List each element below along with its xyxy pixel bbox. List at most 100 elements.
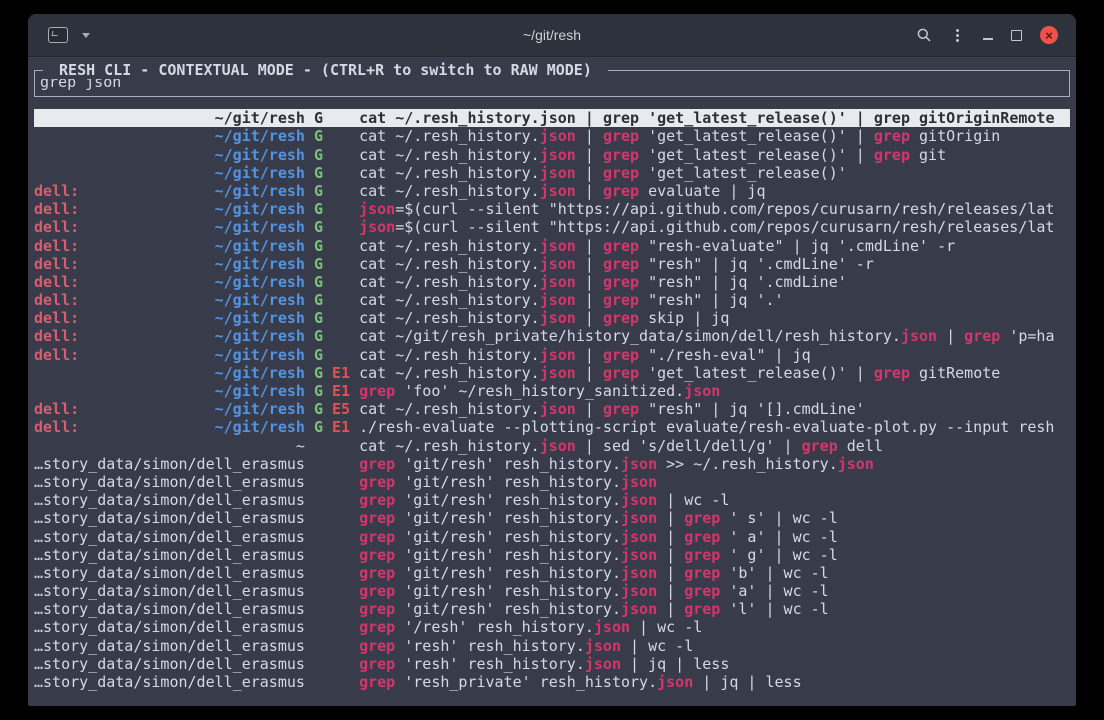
flags-cell: [305, 673, 359, 691]
history-row[interactable]: ~/git/resh G E1 cat ~/.resh_history.json…: [34, 364, 1070, 382]
command-cell: cat ~/.resh_history.json | grep 'get_lat…: [359, 364, 1070, 382]
location-cell: dell:~/git/resh: [34, 291, 305, 309]
tab-dropdown-button[interactable]: [78, 29, 94, 42]
dir-cell: ~/git/resh: [215, 309, 305, 327]
history-row[interactable]: …story_data/simon/dell_erasmus grep 'git…: [34, 546, 1070, 564]
dir-cell: ~/git/resh: [215, 164, 305, 182]
flag-g: G: [305, 218, 323, 236]
history-row[interactable]: dell:~/git/resh G cat ~/.resh_history.js…: [34, 291, 1070, 309]
command-cell: grep 'resh_private' resh_history.json | …: [359, 673, 1070, 691]
restore-button[interactable]: [1007, 26, 1026, 45]
location-cell: ~/git/resh: [34, 164, 305, 182]
history-row[interactable]: ~ cat ~/.resh_history.json | sed 's/dell…: [34, 437, 1070, 455]
location-cell: dell:~/git/resh: [34, 182, 305, 200]
flag-g: G: [305, 109, 323, 127]
dir-cell: ~/git/resh: [215, 327, 305, 345]
history-row[interactable]: dell:~/git/resh G cat ~/.resh_history.js…: [34, 237, 1070, 255]
dir-cell: …story_data/simon/dell_erasmus: [34, 637, 305, 655]
history-row[interactable]: …story_data/simon/dell_erasmus grep 'git…: [34, 491, 1070, 509]
history-row[interactable]: dell:~/git/resh G E5 cat ~/.resh_history…: [34, 400, 1070, 418]
flags-cell: G E1: [305, 418, 359, 436]
location-cell: dell: ~/git/resh: [34, 200, 305, 218]
search-button[interactable]: [912, 23, 936, 47]
history-row[interactable]: …story_data/simon/dell_erasmus grep 'git…: [34, 473, 1070, 491]
terminal-screen[interactable]: RESH CLI - CONTEXTUAL MODE - (CTRL+R to …: [28, 57, 1076, 706]
flags-cell: G: [305, 309, 359, 327]
command-cell: grep 'resh' resh_history.json | jq | les…: [359, 655, 1070, 673]
command-cell: grep 'git/resh' resh_history.json >> ~/.…: [359, 455, 1070, 473]
flags-cell: G: [305, 255, 359, 273]
location-cell: …story_data/simon/dell_erasmus: [34, 618, 305, 636]
flag-g: G: [305, 255, 323, 273]
history-row[interactable]: ~/git/resh G cat ~/.resh_history.json | …: [34, 146, 1070, 164]
flag-e5: E5: [323, 400, 350, 418]
host-cell: dell:: [34, 200, 79, 218]
flags-cell: [305, 582, 359, 600]
location-cell: …story_data/simon/dell_erasmus: [34, 564, 305, 582]
flags-cell: [305, 437, 359, 455]
command-cell: cat ~/.resh_history.json | grep 'get_lat…: [359, 127, 1070, 145]
restore-window-icon: [1011, 30, 1022, 41]
dir-cell: …story_data/simon/dell_erasmus: [34, 546, 305, 564]
history-row[interactable]: …story_data/simon/dell_erasmus grep '/re…: [34, 618, 1070, 636]
flags-cell: [305, 564, 359, 582]
history-row[interactable]: ~/git/resh G cat ~/.resh_history.json | …: [34, 127, 1070, 145]
location-cell: …story_data/simon/dell_erasmus: [34, 509, 305, 527]
host-cell: dell:: [34, 291, 79, 309]
search-icon: [916, 27, 932, 43]
history-row[interactable]: dell:~/git/resh G E1 ./resh-evaluate --p…: [34, 418, 1070, 436]
history-row[interactable]: ~/git/resh G cat ~/.resh_history.json | …: [34, 109, 1070, 127]
flags-cell: G E1: [305, 382, 359, 400]
history-row[interactable]: …story_data/simon/dell_erasmus grep 'git…: [34, 455, 1070, 473]
location-cell: …story_data/simon/dell_erasmus: [34, 491, 305, 509]
dir-cell: ~: [296, 437, 305, 455]
command-cell: grep '/resh' resh_history.json | wc -l: [359, 618, 1070, 636]
minimize-button[interactable]: [979, 26, 997, 44]
history-row[interactable]: ~/git/resh G cat ~/.resh_history.json | …: [34, 164, 1070, 182]
titlebar-left-group: [44, 23, 94, 47]
command-cell: grep 'git/resh' resh_history.json | grep…: [359, 546, 1070, 564]
dir-cell: …story_data/simon/dell_erasmus: [34, 564, 305, 582]
flag-g: G: [305, 273, 323, 291]
flags-cell: G: [305, 237, 359, 255]
flags-cell: G: [305, 273, 359, 291]
host-cell: dell:: [34, 327, 79, 345]
command-cell: grep 'foo' ~/resh_history_sanitized.json: [359, 382, 1070, 400]
history-row[interactable]: dell:~/git/resh G json=$(curl --silent "…: [34, 218, 1070, 236]
dir-cell: …story_data/simon/dell_erasmus: [34, 582, 305, 600]
command-cell: cat ~/.resh_history.json | grep "resh" |…: [359, 400, 1070, 418]
history-row[interactable]: …story_data/simon/dell_erasmus grep 'res…: [34, 637, 1070, 655]
history-row[interactable]: …story_data/simon/dell_erasmus grep 'git…: [34, 564, 1070, 582]
flags-cell: [305, 637, 359, 655]
history-row[interactable]: …story_data/simon/dell_erasmus grep 'git…: [34, 528, 1070, 546]
host-cell: dell:: [34, 218, 79, 236]
dir-cell: ~/git/resh: [215, 382, 305, 400]
location-cell: dell:~/git/resh: [34, 418, 305, 436]
dir-cell: ~/git/resh: [215, 200, 305, 218]
command-cell: cat ~/.resh_history.json | grep skip | j…: [359, 309, 1070, 327]
titlebar[interactable]: ~/git/resh: [28, 14, 1076, 57]
history-row[interactable]: ~/git/resh G E1 grep 'foo' ~/resh_histor…: [34, 382, 1070, 400]
history-list: ~/git/resh G cat ~/.resh_history.json | …: [34, 109, 1070, 691]
history-row[interactable]: dell:~/git/resh G cat ~/.resh_history.js…: [34, 273, 1070, 291]
history-row[interactable]: dell:~/git/resh G cat ~/.resh_history.js…: [34, 346, 1070, 364]
flag-g: G: [305, 146, 323, 164]
flag-g: G: [305, 237, 323, 255]
history-row[interactable]: dell:~/git/resh G cat ~/.resh_history.js…: [34, 309, 1070, 327]
history-row[interactable]: dell:~/git/resh G cat ~/.resh_history.js…: [34, 182, 1070, 200]
flag-g: G: [305, 418, 323, 436]
history-row[interactable]: dell:~/git/resh G cat ~/git/resh_private…: [34, 327, 1070, 345]
history-row[interactable]: …story_data/simon/dell_erasmus grep 'git…: [34, 509, 1070, 527]
history-row[interactable]: …story_data/simon/dell_erasmus grep 'res…: [34, 673, 1070, 691]
new-tab-button[interactable]: [44, 23, 72, 47]
history-row[interactable]: dell:~/git/resh G json=$(curl --silent "…: [34, 200, 1070, 218]
flag-g: G: [305, 182, 323, 200]
close-button[interactable]: ×: [1036, 22, 1062, 48]
history-row[interactable]: …story_data/simon/dell_erasmus grep 'git…: [34, 600, 1070, 618]
history-row[interactable]: …story_data/simon/dell_erasmus grep 'git…: [34, 582, 1070, 600]
flags-cell: G: [305, 182, 359, 200]
menu-button[interactable]: [946, 30, 969, 41]
history-row[interactable]: dell:~/git/resh G cat ~/.resh_history.js…: [34, 255, 1070, 273]
dir-cell: …story_data/simon/dell_erasmus: [34, 473, 305, 491]
history-row[interactable]: …story_data/simon/dell_erasmus grep 'res…: [34, 655, 1070, 673]
